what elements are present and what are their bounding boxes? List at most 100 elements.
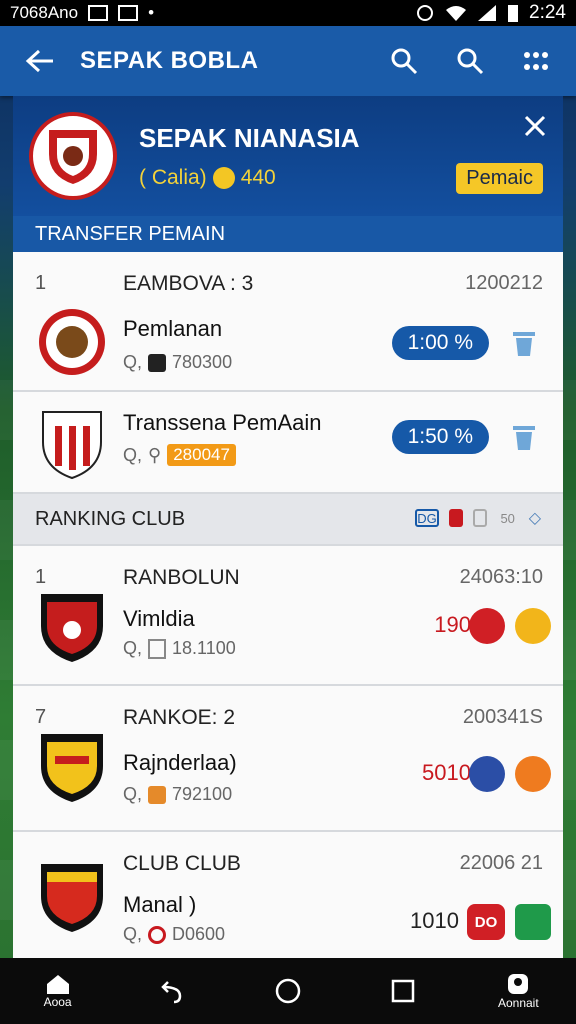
search-icon: Q,	[123, 444, 143, 465]
transfer-row[interactable]: Transsena PemAain Q, ⚲ 280047 1:50 %	[13, 392, 563, 494]
row-title: RANBOLUN	[123, 566, 240, 589]
ranking-title: RANKING CLUB	[35, 507, 186, 530]
club-meta-value: D0600	[172, 924, 226, 944]
row-title: EAMBOVA : 3	[123, 272, 254, 295]
club-badge-icon-2	[515, 756, 551, 792]
search-icon: Q,	[123, 924, 143, 944]
flag-icon	[148, 353, 167, 372]
search-icon: Q,	[123, 784, 143, 804]
signal-icon	[478, 5, 497, 21]
club-meta-value: 792100	[172, 784, 233, 804]
club-header: SEPAK NIANASIA ( Calia) 440 Pemaic	[13, 96, 563, 216]
nav-account-label: Aonnait	[497, 996, 539, 1010]
club-crest-icon	[41, 864, 103, 932]
undo-icon	[161, 981, 182, 1004]
club-name: SEPAK NIANASIA	[139, 122, 360, 153]
club-crest-icon	[41, 734, 103, 802]
player-meta: Q, 780300	[123, 352, 232, 373]
club-crest-icon	[41, 594, 103, 662]
pemain-button[interactable]: Pemaic	[456, 163, 543, 194]
target-icon	[148, 925, 167, 944]
diamond-icon[interactable]: ◇	[529, 508, 541, 528]
nav-home[interactable]: Aooa	[13, 973, 103, 1009]
coin-count: 440	[240, 165, 276, 189]
trophy-badge-icon	[515, 608, 551, 644]
player-name: Pemlanan	[123, 316, 223, 341]
shield-icon	[49, 130, 97, 184]
shield-badge-icon	[515, 904, 551, 940]
filter-dg-button[interactable]: DG	[415, 509, 439, 527]
club-badge-icon	[469, 756, 505, 792]
club-meta: Q, 792100	[123, 784, 232, 805]
search-button-2[interactable]	[452, 43, 488, 79]
ranking-row[interactable]: 7 RANKOE: 2 200341S Rajnderlaa) Q, 79210…	[13, 686, 563, 832]
back-button[interactable]	[0, 48, 80, 74]
home-icon	[46, 975, 69, 994]
club-crest-icon	[42, 411, 102, 480]
grid-menu-icon	[524, 52, 548, 70]
club-score: 190	[434, 612, 471, 637]
photo-notification-icon	[118, 5, 139, 21]
club-badge-icon	[469, 608, 505, 644]
battery-icon	[508, 5, 519, 22]
transfer-section-title: TRANSFER PEMAIN	[13, 216, 563, 252]
row-title: RANKOE: 2	[123, 706, 236, 729]
status-time: 2:24	[529, 2, 566, 23]
trash-icon[interactable]	[511, 328, 537, 358]
club-crest-icon	[39, 309, 105, 375]
percent-pill[interactable]: 1:00 %	[391, 326, 489, 360]
ranking-row[interactable]: 1 RANBOLUN 24063:10 Vimldia Q, 18.1100 1…	[13, 546, 563, 686]
nav-back[interactable]	[128, 978, 218, 1004]
ranking-section-title: RANKING CLUB DG 50 ◇	[13, 494, 563, 546]
transfer-row[interactable]: 1 EAMBOVA : 3 1200212 Pemlanan Q, 780300…	[13, 252, 563, 392]
club-name-text: Manal )	[123, 892, 197, 917]
main-card: SEPAK NIANASIA ( Calia) 440 Pemaic TRANS…	[13, 96, 563, 958]
player-meta-value: 780300	[172, 352, 233, 372]
trash-icon[interactable]	[511, 422, 537, 452]
percent-pill[interactable]: 1:50 %	[391, 420, 489, 454]
club-stats: ( Calia) 440	[139, 166, 360, 190]
player-meta: Q, ⚲ 280047	[123, 444, 236, 466]
club-meta-value: 18.1100	[172, 638, 236, 658]
player-name: Transsena PemAain	[123, 410, 322, 435]
bottom-navigation: Aooa Aonnait	[0, 958, 576, 1024]
search-icon: Q,	[123, 352, 143, 372]
nav-account[interactable]: Aonnait	[473, 972, 563, 1010]
tag-icon	[148, 785, 167, 804]
search-icon	[457, 48, 484, 75]
row-number: 1	[35, 272, 47, 294]
red-filter-icon[interactable]	[448, 509, 463, 527]
dot-icon: •	[148, 3, 155, 22]
square-recents-icon	[391, 979, 415, 1003]
nav-recents[interactable]	[358, 978, 448, 1004]
row-date: 24063:10	[459, 566, 543, 588]
club-stats-label: ( Calia)	[139, 165, 207, 189]
circle-home-icon	[275, 978, 301, 1004]
nav-home-label: Aooa	[43, 995, 72, 1009]
club-score: 1010	[410, 908, 459, 933]
club-name-text: Vimldia	[123, 606, 195, 631]
row-date: 1200212	[465, 272, 543, 294]
club-crest	[29, 112, 117, 200]
row-title: CLUB CLUB	[123, 852, 241, 875]
nav-home-circle[interactable]	[243, 977, 333, 1005]
copy-icon[interactable]	[472, 509, 487, 527]
account-icon	[508, 974, 529, 994]
club-meta: Q, 18.1100	[123, 638, 236, 659]
player-meta-value: 280047	[167, 444, 236, 466]
row-date: 22006 21	[459, 852, 543, 874]
search-button[interactable]	[386, 43, 422, 79]
row-date: 200341S	[462, 706, 543, 728]
search-icon	[391, 48, 418, 75]
club-badge-icon: DO	[467, 904, 505, 940]
status-left-text: 7068Ano	[10, 3, 79, 22]
filter-50-button[interactable]: 50	[497, 509, 519, 527]
close-button[interactable]	[523, 112, 547, 146]
menu-button[interactable]	[518, 43, 554, 79]
close-icon	[524, 115, 546, 137]
image-notification-icon	[88, 5, 109, 21]
ranking-row[interactable]: CLUB CLUB 22006 21 Manal ) Q, D0600 1010…	[13, 832, 563, 958]
alarm-icon	[417, 5, 434, 21]
coin-icon	[212, 166, 235, 189]
ranking-filter-icons: DG 50 ◇	[415, 508, 541, 528]
